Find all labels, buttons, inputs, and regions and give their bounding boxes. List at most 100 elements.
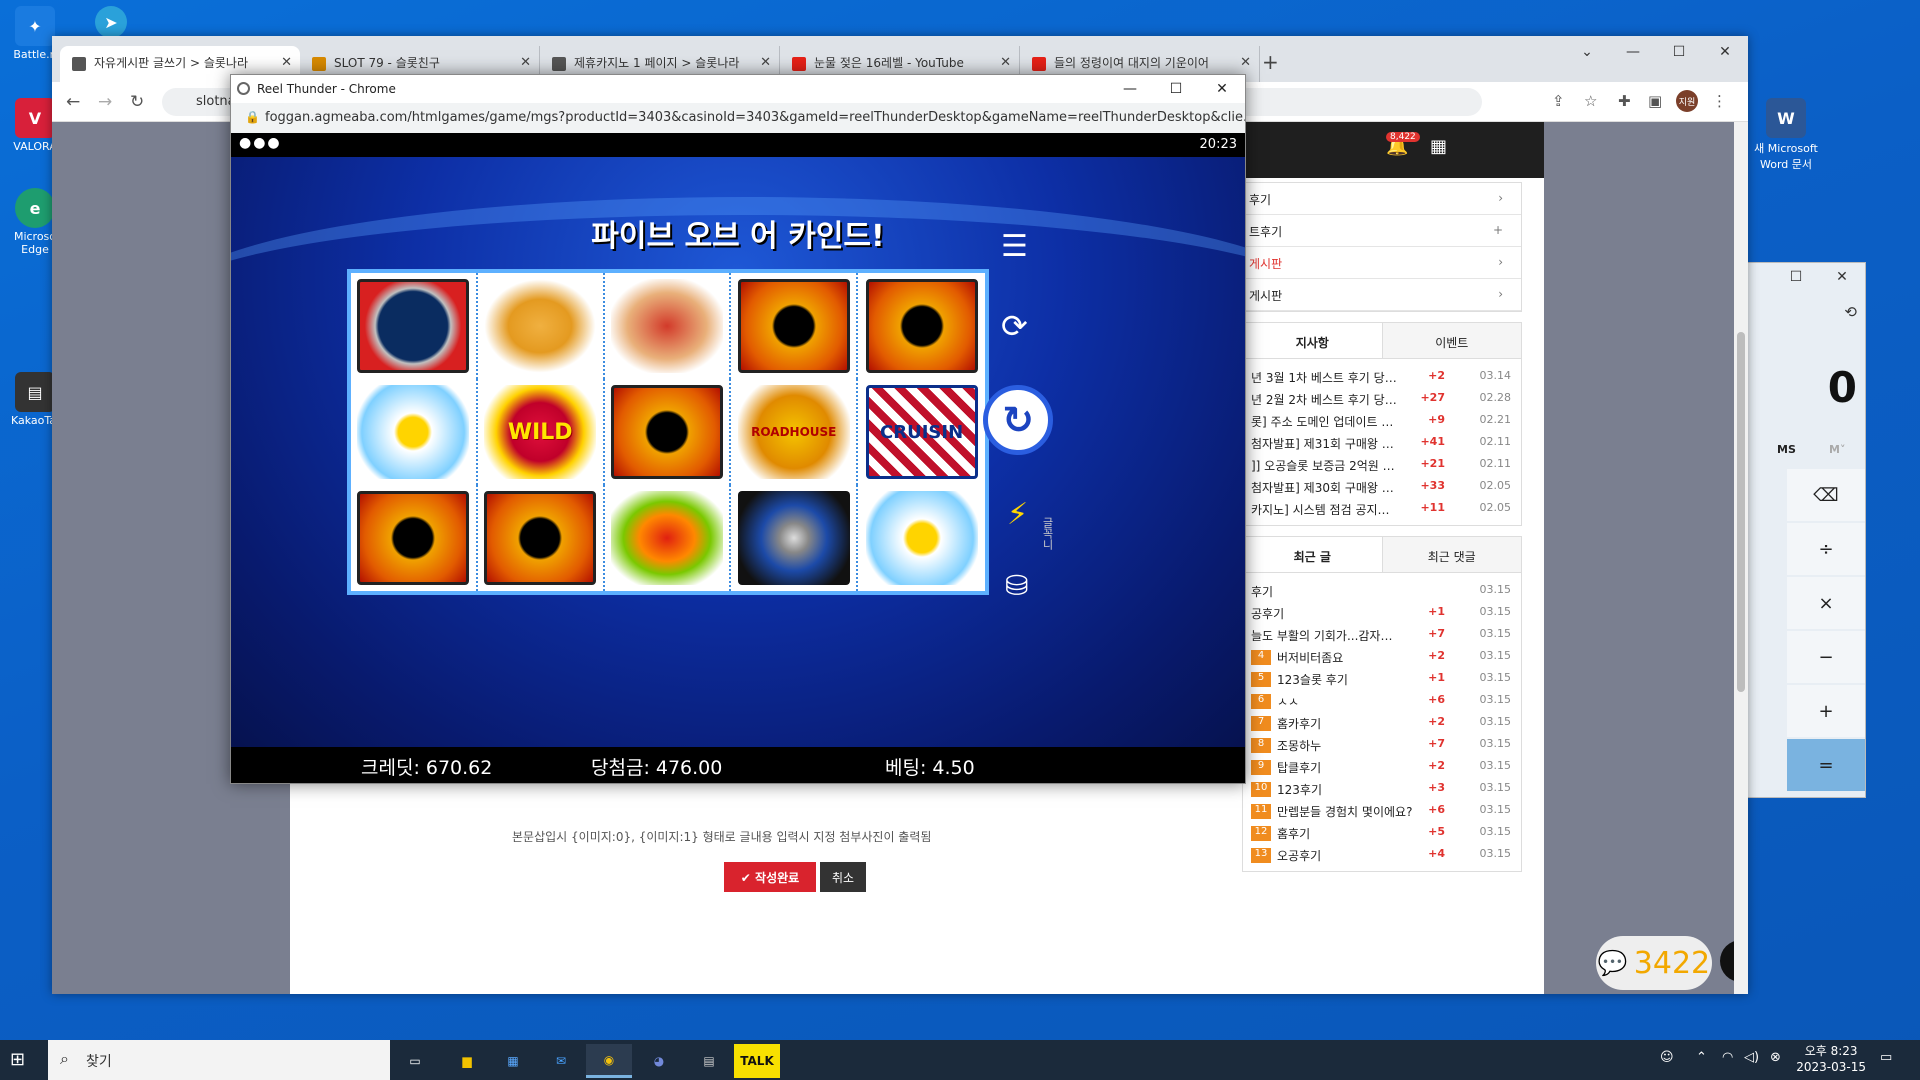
maximize-icon[interactable]: ☐: [1656, 36, 1702, 68]
minimize-icon[interactable]: —: [1610, 36, 1656, 68]
plus-key[interactable]: +: [1787, 685, 1865, 737]
close-tab-icon[interactable]: ✕: [760, 55, 771, 70]
recent-post-row[interactable]: 6 ㅅㅅ +6 03.15: [1243, 689, 1521, 711]
kakaotalk-taskbar-icon[interactable]: TALK: [734, 1044, 780, 1078]
task-view-icon[interactable]: ▭: [392, 1044, 438, 1078]
reload-icon[interactable]: ↻: [130, 92, 144, 112]
close-tab-icon[interactable]: ✕: [281, 55, 292, 70]
windows-start-icon[interactable]: ⊞: [10, 1049, 25, 1070]
submit-button[interactable]: ✔ 작성완료: [724, 862, 816, 892]
reel-cell: [858, 485, 985, 591]
recent-post-row[interactable]: 10 123후기 +3 03.15: [1243, 777, 1521, 799]
extensions-icon[interactable]: ✚: [1618, 92, 1631, 110]
memory-store-button[interactable]: MS: [1777, 443, 1796, 456]
tab-recent-comments[interactable]: 최근 댓글: [1382, 537, 1521, 572]
side-panel-icon[interactable]: ▣: [1648, 92, 1662, 110]
forward-icon[interactable]: →: [98, 92, 112, 112]
taskbar-clock[interactable]: 오후 8:23 2023-03-15: [1796, 1043, 1866, 1075]
notification-center-icon[interactable]: ▭: [1880, 1050, 1892, 1065]
menu-hamburger-icon[interactable]: ☰: [1001, 229, 1028, 264]
equals-key[interactable]: =: [1787, 739, 1865, 791]
recent-post-row[interactable]: 11 만렙분들 경험치 몇이에요? +6 03.15: [1243, 799, 1521, 821]
recent-post-row[interactable]: 4 버저비터좀요 +2 03.15: [1243, 645, 1521, 667]
notice-row[interactable]: 카지노] 시스템 점검 공지… +11 02.05: [1243, 497, 1521, 519]
close-tab-icon[interactable]: ✕: [1240, 55, 1251, 70]
back-icon[interactable]: ←: [66, 92, 80, 112]
share-icon[interactable]: ⇪: [1552, 92, 1565, 110]
spin-button[interactable]: ↻: [983, 385, 1053, 455]
comment-count: +27: [1420, 391, 1445, 404]
recent-post-row[interactable]: 13 오공후기 +4 03.15: [1243, 843, 1521, 865]
cancel-button[interactable]: 취소: [820, 862, 866, 892]
popup-address-bar[interactable]: 🔒 foggan.agmeaba.com/htmlgames/game/mgs?…: [231, 103, 1245, 133]
board-menu-item-active[interactable]: 게시판 ›: [1243, 247, 1521, 279]
mail-icon[interactable]: ✉: [538, 1044, 584, 1078]
close-tab-icon[interactable]: ✕: [520, 55, 531, 70]
recent-post-row[interactable]: 12 홈후기 +5 03.15: [1243, 821, 1521, 843]
notice-row[interactable]: 첨자발표] 제30회 구매왕 … +33 02.05: [1243, 475, 1521, 497]
store-icon[interactable]: ▦: [490, 1044, 536, 1078]
history-icon[interactable]: ⟲: [1844, 303, 1857, 321]
memory-recall-button[interactable]: M˅: [1829, 443, 1845, 456]
close-icon[interactable]: ✕: [1199, 75, 1245, 103]
recent-post-row[interactable]: 9 탑클후기 +2 03.15: [1243, 755, 1521, 777]
menu-label: 게시판: [1249, 289, 1283, 303]
board-menu-item[interactable]: 후기 ›: [1243, 183, 1521, 215]
ime-icon[interactable]: ⊗: [1770, 1050, 1781, 1065]
notice-row[interactable]: 첨자발표] 제31회 구매왕 … +41 02.11: [1243, 431, 1521, 453]
profile-avatar[interactable]: 지원: [1676, 90, 1698, 112]
tab-search-icon[interactable]: ⌄: [1564, 36, 1610, 68]
minimize-icon[interactable]: —: [1107, 75, 1153, 103]
divide-key[interactable]: ÷: [1787, 523, 1865, 575]
quick-spin-icon[interactable]: ⚡: [1007, 497, 1028, 532]
close-tab-icon[interactable]: ✕: [1000, 55, 1011, 70]
tab-recent-posts[interactable]: 최근 글: [1243, 537, 1383, 572]
bet-coins-icon[interactable]: ⛁: [1005, 569, 1028, 602]
chrome-taskbar-icon[interactable]: ◉: [586, 1044, 632, 1078]
board-menu-item[interactable]: 게시판 ›: [1243, 279, 1521, 311]
apps-grid-icon[interactable]: ▦: [1430, 136, 1447, 157]
comment-count: +11: [1420, 501, 1445, 514]
minus-key[interactable]: −: [1787, 631, 1865, 683]
recent-panel: 최근 글 최근 댓글 후기 03.15 공후기 +1 03.15 늘도 부활의 기회가..…: [1242, 536, 1522, 872]
menu-kebab-icon[interactable]: ⋮: [1712, 92, 1727, 110]
bookmark-star-icon[interactable]: ☆: [1584, 92, 1597, 110]
maximize-icon[interactable]: ☐: [1773, 263, 1819, 297]
maximize-icon[interactable]: ☐: [1153, 75, 1199, 103]
tab-event[interactable]: 이벤트: [1382, 323, 1521, 358]
tray-chevron-icon[interactable]: ⌃: [1696, 1050, 1707, 1065]
calculator-taskbar-icon[interactable]: ▤: [686, 1044, 732, 1078]
notice-row[interactable]: 롯] 주소 도메인 업데이트 … +9 02.21: [1243, 409, 1521, 431]
chevron-right-icon: ›: [1498, 191, 1503, 205]
new-tab-icon[interactable]: +: [1262, 50, 1279, 74]
autoplay-icon[interactable]: ⟳: [1001, 307, 1028, 345]
notice-row[interactable]: ]] 오공슬롯 보증금 2억원 … +21 02.11: [1243, 453, 1521, 475]
multiply-key[interactable]: ×: [1787, 577, 1865, 629]
desktop-icon-word-doc[interactable]: W 새 Microsoft Word 문서: [1746, 98, 1826, 172]
taskbar-search[interactable]: ⌕ 찾기: [48, 1040, 390, 1080]
people-icon[interactable]: ☺: [1660, 1050, 1674, 1065]
scrollbar-thumb[interactable]: [1737, 332, 1745, 692]
recent-post-row[interactable]: 8 조몽하누 +7 03.15: [1243, 733, 1521, 755]
close-icon[interactable]: ✕: [1702, 36, 1748, 68]
discord-icon[interactable]: ◕: [636, 1044, 682, 1078]
recent-post-row[interactable]: 5 123슬롯 후기 +1 03.15: [1243, 667, 1521, 689]
file-explorer-icon[interactable]: ▆: [444, 1044, 490, 1078]
recent-post-row[interactable]: 늘도 부활의 기회가...감자… +7 03.15: [1243, 623, 1521, 645]
recent-post-row[interactable]: 후기 03.15: [1243, 579, 1521, 601]
board-menu-item[interactable]: 트후기 +: [1243, 215, 1521, 247]
page-scrollbar[interactable]: [1734, 122, 1748, 994]
recent-post-row[interactable]: 공후기 +1 03.15: [1243, 601, 1521, 623]
notice-row[interactable]: 년 3월 1차 베스트 후기 당… +2 03.14: [1243, 365, 1521, 387]
notice-row[interactable]: 년 2월 2차 베스트 후기 당… +27 02.28: [1243, 387, 1521, 409]
chat-button[interactable]: 💬 3422: [1596, 936, 1712, 990]
tab-notice[interactable]: 지사항: [1243, 323, 1383, 358]
backspace-key[interactable]: ⌫: [1787, 469, 1865, 521]
more-options-icon[interactable]: ●●●: [239, 135, 282, 151]
recent-post-row[interactable]: 7 홈카후기 +2 03.15: [1243, 711, 1521, 733]
network-icon[interactable]: ◠: [1722, 1050, 1733, 1065]
desktop-icon-telegram[interactable]: ➤: [76, 6, 146, 40]
volume-icon[interactable]: ◁): [1744, 1050, 1759, 1065]
close-icon[interactable]: ✕: [1819, 263, 1865, 297]
notification-bell-icon[interactable]: 🔔 8,422: [1386, 132, 1420, 157]
